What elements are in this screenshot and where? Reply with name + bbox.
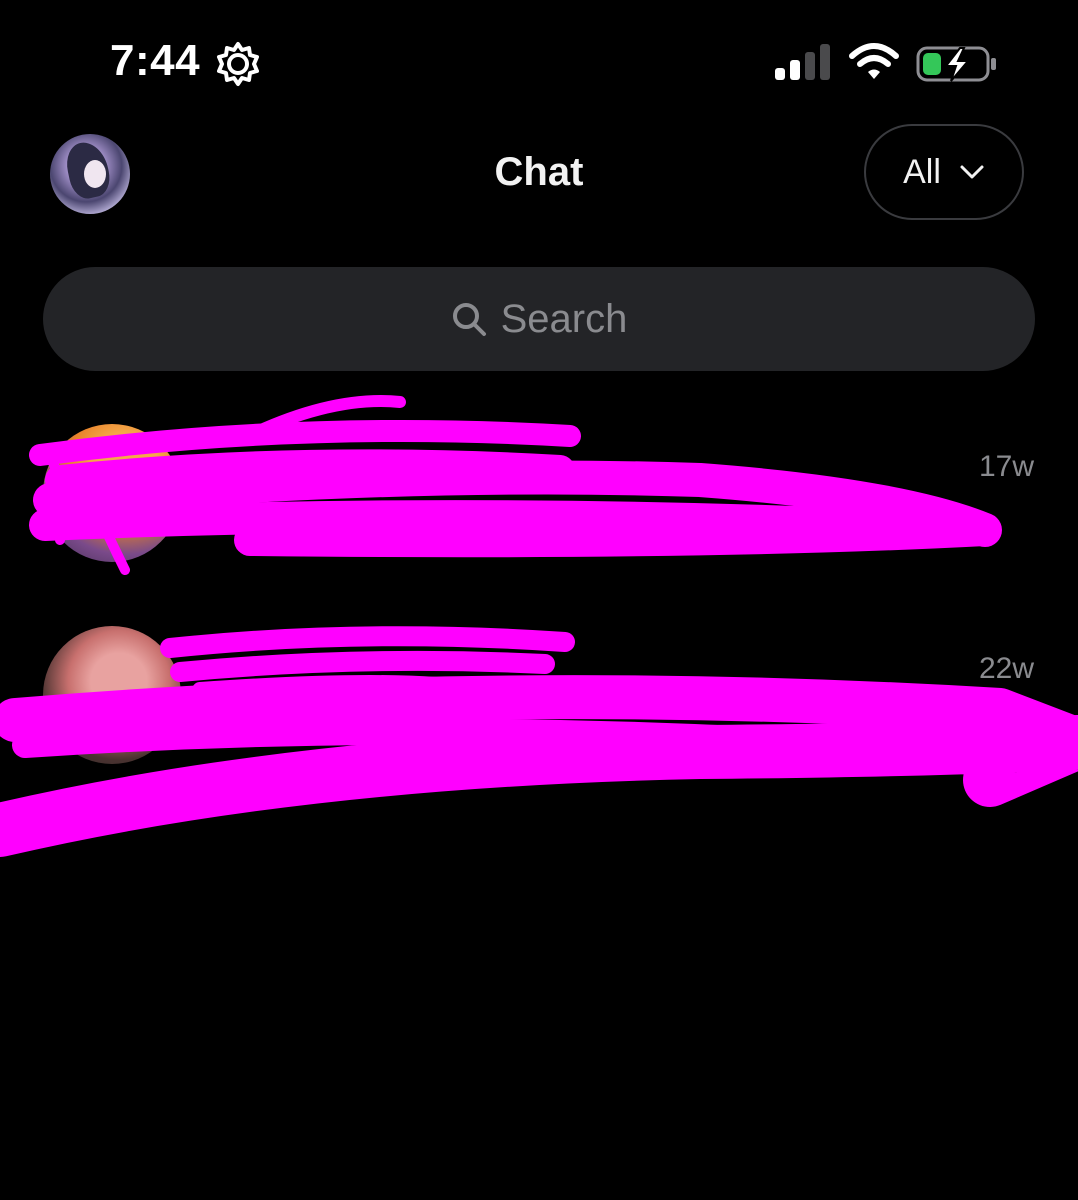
chevron-down-icon (960, 165, 984, 179)
chat-timestamp: 22w (978, 652, 1034, 685)
chat-avatar (43, 424, 181, 562)
filter-label: All (903, 152, 941, 191)
battery-charging-icon (916, 46, 996, 82)
search-placeholder: Search (500, 296, 628, 341)
chat-screen: 7:44 Chat All Search 17w 22w (0, 0, 1078, 1200)
chat-list-item[interactable]: 22w (0, 622, 1078, 782)
status-time: 7:44 (110, 36, 201, 85)
search-input[interactable]: Search (43, 267, 1035, 371)
gear-icon (217, 42, 259, 86)
chat-list-item[interactable]: 17w (0, 420, 1078, 580)
signal-icon (775, 44, 830, 80)
filter-dropdown-button[interactable]: All (864, 124, 1024, 220)
chat-timestamp: 17w (978, 450, 1034, 483)
wifi-icon (849, 43, 899, 79)
chat-avatar (43, 626, 181, 764)
search-icon (452, 303, 486, 336)
